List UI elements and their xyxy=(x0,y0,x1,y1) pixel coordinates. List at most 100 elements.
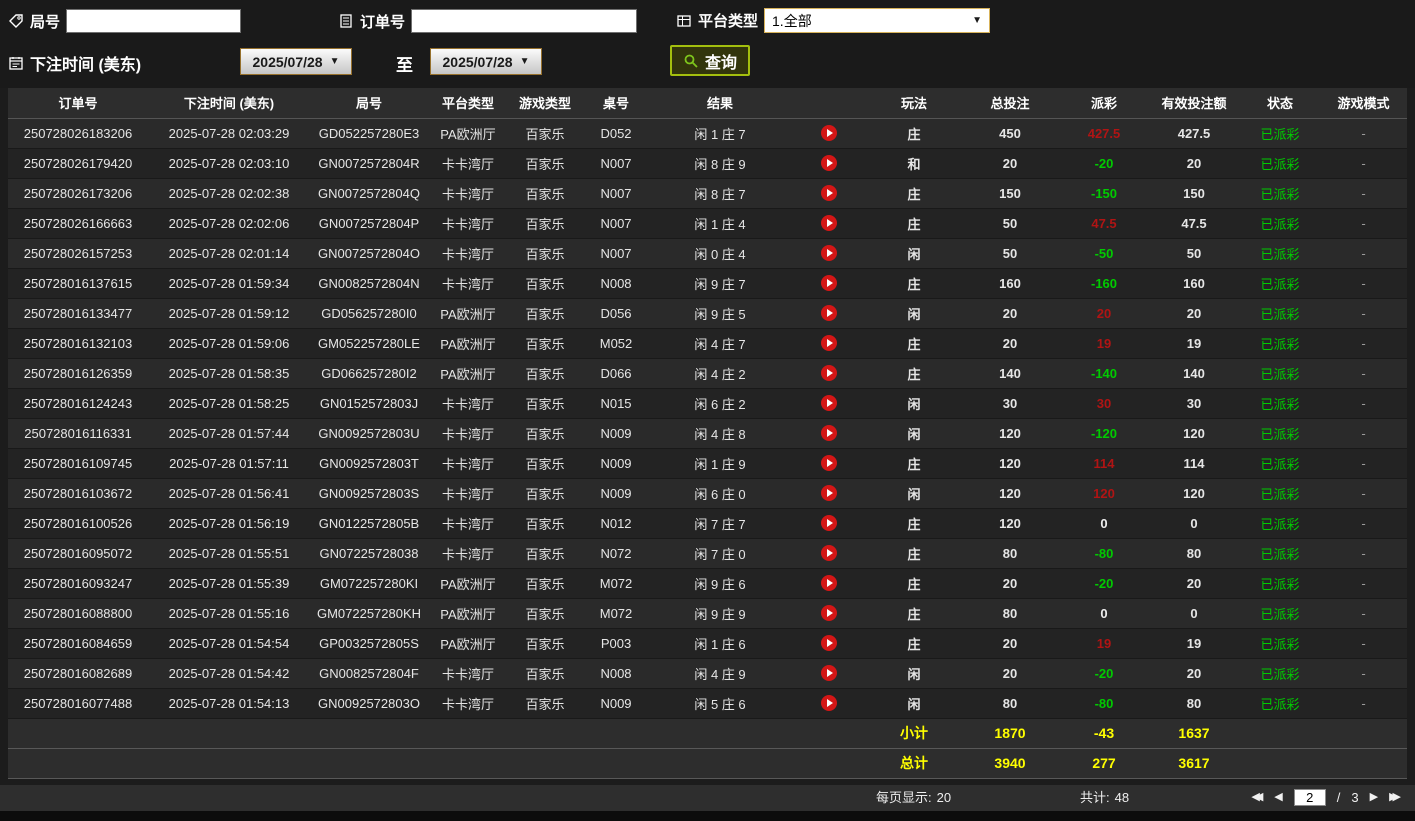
play-icon[interactable] xyxy=(821,395,837,412)
game-no-cell: GM052257280LE xyxy=(310,328,428,359)
valid-bet-cell: 120 xyxy=(1148,478,1240,509)
bet-side-cell: 闲 xyxy=(868,238,960,269)
play-icon[interactable] xyxy=(821,575,837,592)
play-icon[interactable] xyxy=(821,215,837,232)
table-no-cell: N009 xyxy=(582,688,650,719)
platform-type-field: 平台类型 1.全部 ▼ xyxy=(676,8,991,33)
play-icon[interactable] xyxy=(821,545,837,562)
order-no-cell: 250728016082689 xyxy=(8,658,148,689)
bet-time-cell: 2025-07-28 01:58:35 xyxy=(148,358,310,389)
play-icon[interactable] xyxy=(821,155,837,172)
game-mode-cell: - xyxy=(1320,148,1407,179)
status-cell: 已派彩 xyxy=(1240,358,1320,389)
valid-bet-cell: 19 xyxy=(1148,328,1240,359)
bet-side-cell: 庄 xyxy=(868,118,960,149)
play-icon[interactable] xyxy=(821,335,837,352)
game-mode-cell: - xyxy=(1320,178,1407,209)
column-header: 玩法 xyxy=(868,88,960,119)
play-icon[interactable] xyxy=(821,275,837,292)
date-from-picker[interactable]: 2025/07/28 ▼ xyxy=(240,48,352,75)
status-cell: 已派彩 xyxy=(1240,238,1320,269)
valid-bet-cell: 19 xyxy=(1148,628,1240,659)
table-no-cell: P003 xyxy=(582,628,650,659)
valid-bet-cell: 140 xyxy=(1148,358,1240,389)
status-cell: 已派彩 xyxy=(1240,328,1320,359)
order-no-cell: 250728016137615 xyxy=(8,268,148,299)
play-icon[interactable] xyxy=(821,515,837,532)
play-icon[interactable] xyxy=(821,665,837,682)
valid-bet-cell: 150 xyxy=(1148,178,1240,209)
next-page-button[interactable]: ▶ xyxy=(1370,792,1378,803)
play-icon[interactable] xyxy=(821,425,837,442)
play-icon[interactable] xyxy=(821,485,837,502)
payout-cell: 427.5 xyxy=(1060,118,1148,149)
game-type-cell: 百家乐 xyxy=(508,148,582,179)
table-no-cell: N009 xyxy=(582,478,650,509)
game-mode-cell: - xyxy=(1320,238,1407,269)
result-cell: 闲 1 庄 4 xyxy=(650,208,790,239)
first-page-button[interactable]: ◀◀ xyxy=(1251,792,1263,803)
play-icon[interactable] xyxy=(821,125,837,142)
total-bet-cell: 140 xyxy=(960,358,1060,389)
status-cell: 已派彩 xyxy=(1240,478,1320,509)
table-row: 250728026157253 2025-07-28 02:01:14 GN0072… xyxy=(8,238,1407,269)
result-cell: 闲 5 庄 6 xyxy=(650,688,790,719)
payout-cell: -120 xyxy=(1060,418,1148,449)
total-bet-cell: 30 xyxy=(960,388,1060,419)
table-row: 250728026179420 2025-07-28 02:03:10 GN0072… xyxy=(8,148,1407,179)
game-no-input[interactable] xyxy=(66,9,242,33)
bet-time-field: 下注时间 (美东) xyxy=(8,51,141,75)
bet-time-cell: 2025-07-28 02:02:38 xyxy=(148,178,310,209)
valid-bet-cell: 80 xyxy=(1148,538,1240,569)
page-separator: / xyxy=(1336,790,1341,805)
date-to-value: 2025/07/28 xyxy=(442,53,513,70)
result-cell: 闲 9 庄 5 xyxy=(650,298,790,329)
prev-page-button[interactable]: ◀ xyxy=(1274,792,1282,803)
play-cell xyxy=(790,538,868,569)
play-cell xyxy=(790,388,868,419)
result-cell: 闲 6 庄 0 xyxy=(650,478,790,509)
tag-icon xyxy=(9,14,23,28)
bet-side-cell: 闲 xyxy=(868,298,960,329)
bet-side-cell: 庄 xyxy=(868,598,960,629)
game-no-cell: GN0152572803J xyxy=(310,388,428,419)
play-icon[interactable] xyxy=(821,305,837,322)
play-icon[interactable] xyxy=(821,695,837,712)
play-icon[interactable] xyxy=(821,635,837,652)
game-type-cell: 百家乐 xyxy=(508,508,582,539)
per-page-value: 20 xyxy=(936,789,952,805)
play-cell xyxy=(790,118,868,149)
play-icon[interactable] xyxy=(821,185,837,202)
query-button[interactable]: 查询 xyxy=(670,45,751,76)
play-icon[interactable] xyxy=(821,365,837,382)
valid-bet-cell: 427.5 xyxy=(1148,118,1240,149)
column-header: 结果 xyxy=(650,88,790,119)
date-to-picker[interactable]: 2025/07/28 ▼ xyxy=(430,48,542,75)
play-icon[interactable] xyxy=(821,455,837,472)
result-cell: 闲 7 庄 0 xyxy=(650,538,790,569)
result-cell: 闲 4 庄 2 xyxy=(650,358,790,389)
order-no-cell: 250728026183206 xyxy=(8,118,148,149)
play-icon[interactable] xyxy=(821,605,837,622)
payout-cell: -140 xyxy=(1060,358,1148,389)
bet-time-cell: 2025-07-28 01:55:39 xyxy=(148,568,310,599)
pagination-bar: 每页显示: 20 共计: 48 ◀◀ ◀ / 3 ▶ ▶▶ xyxy=(0,784,1415,811)
query-button-label: 查询 xyxy=(705,54,738,72)
grand-total-row: 总计 3940 277 3617 xyxy=(8,747,1407,779)
play-icon[interactable] xyxy=(821,245,837,262)
page-number-input[interactable] xyxy=(1293,789,1326,806)
game-type-cell: 百家乐 xyxy=(508,388,582,419)
order-no-cell: 250728016109745 xyxy=(8,448,148,479)
grand-total-row-payout: 277 xyxy=(1060,747,1148,779)
game-no-cell: GD066257280I2 xyxy=(310,358,428,389)
game-type-cell: 百家乐 xyxy=(508,178,582,209)
platform-type-select[interactable]: 1.全部 ▼ xyxy=(764,8,991,33)
result-cell: 闲 9 庄 7 xyxy=(650,268,790,299)
order-no-input[interactable] xyxy=(411,9,638,33)
status-cell: 已派彩 xyxy=(1240,268,1320,299)
status-cell: 已派彩 xyxy=(1240,598,1320,629)
valid-bet-cell: 20 xyxy=(1148,568,1240,599)
game-mode-cell: - xyxy=(1320,688,1407,719)
last-page-button[interactable]: ▶▶ xyxy=(1389,792,1401,803)
column-header: 桌号 xyxy=(582,88,650,119)
